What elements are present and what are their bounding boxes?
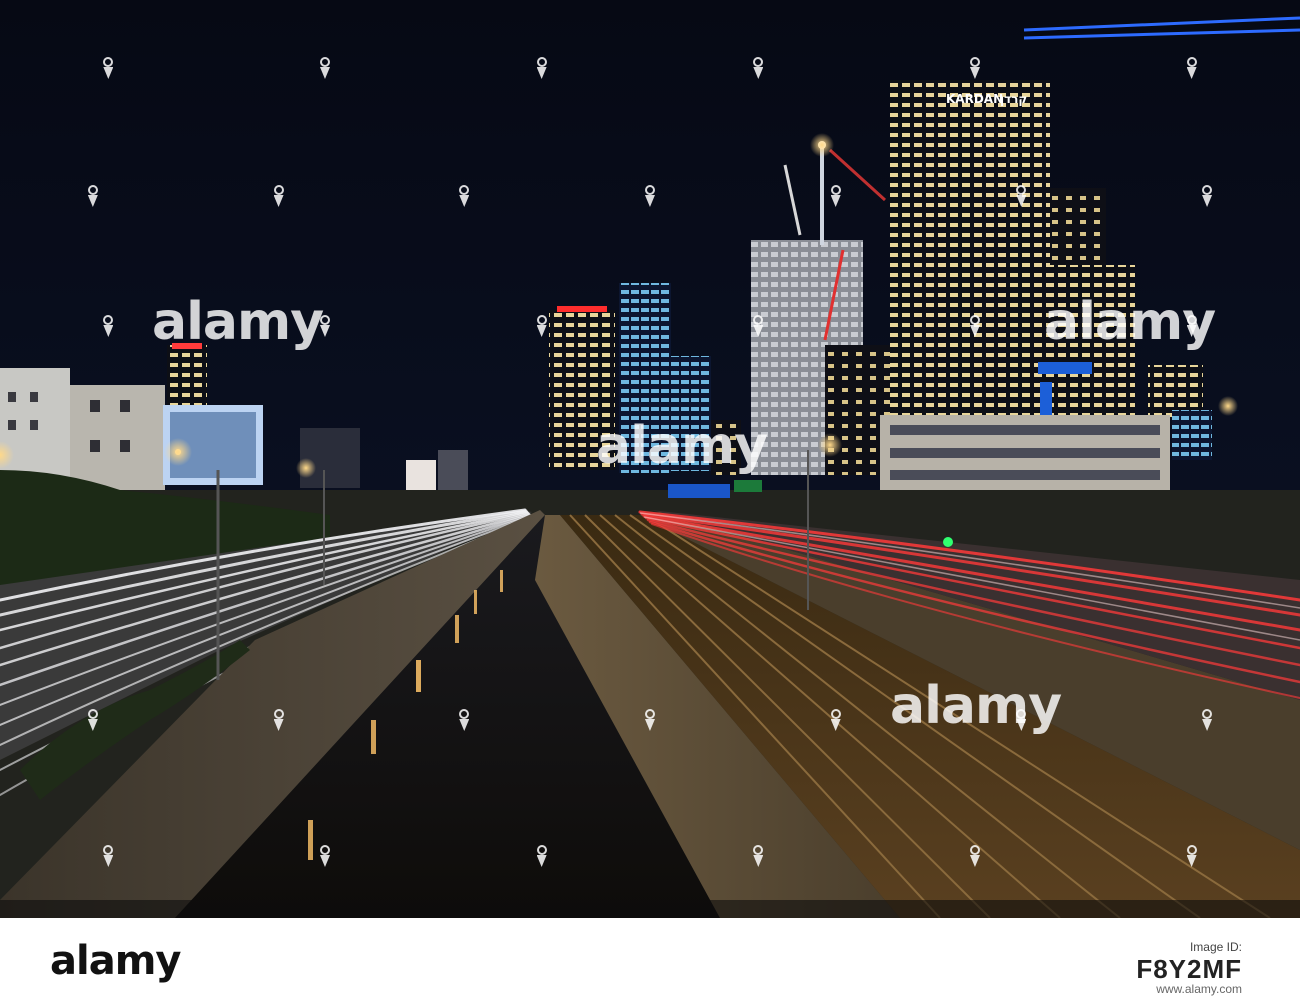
night-city-scene: KARDAN קרדן xyxy=(0,0,1300,918)
image-id-label: Image ID: xyxy=(1189,940,1242,954)
site-url[interactable]: www.alamy.com xyxy=(1156,982,1242,996)
alamy-logo[interactable]: alamy xyxy=(50,938,181,984)
footer-bar: alamy Image ID: F8Y2MF www.alamy.com xyxy=(0,918,1300,1008)
highway-sign-green xyxy=(734,480,762,492)
kardan-sign: KARDAN xyxy=(946,92,1003,106)
image-id-block: Image ID: F8Y2MF xyxy=(1136,940,1242,985)
photo: KARDAN קרדן alamy alamy alamy alamy xyxy=(0,0,1300,918)
kardan-hebrew-sign: קרדן xyxy=(1000,92,1027,106)
image-id: F8Y2MF xyxy=(1136,954,1242,984)
highway-sign xyxy=(668,484,730,498)
